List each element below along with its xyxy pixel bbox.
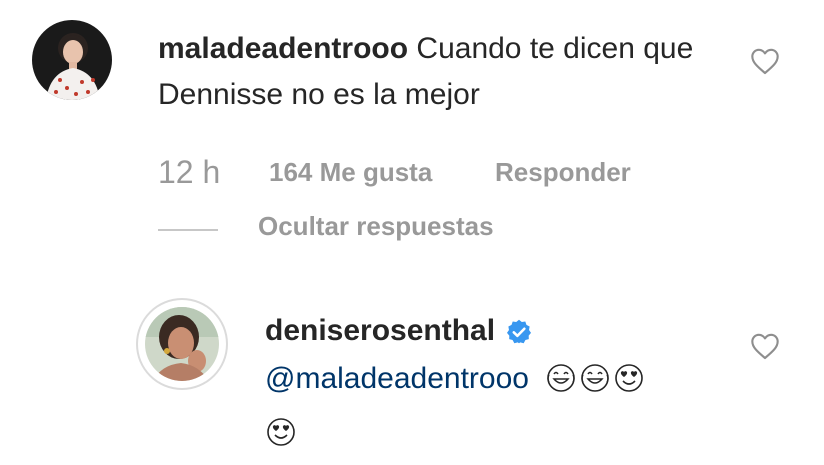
mention-link[interactable]: @maladeadentrooo: [265, 362, 529, 395]
reply-button[interactable]: Responder: [495, 152, 631, 192]
comment-text: maladeadentrooo Cuando te dicen que Denn…: [158, 26, 718, 118]
avatar[interactable]: [136, 298, 228, 390]
heart-eyes-emoji-icon: [265, 416, 297, 462]
reply-username[interactable]: deniserosenthal: [265, 311, 495, 351]
comment-username[interactable]: maladeadentrooo: [158, 32, 408, 65]
avatar[interactable]: [32, 20, 112, 100]
comment-timestamp[interactable]: 12 h: [158, 152, 220, 192]
reply-body: @maladeadentrooo: [265, 356, 735, 462]
hide-replies-button[interactable]: Ocultar respuestas: [258, 211, 494, 242]
heart-eyes-emoji-icon: [613, 362, 645, 408]
comment-likes[interactable]: 164 Me gusta: [269, 152, 432, 192]
emoji-row: [545, 362, 645, 408]
laughing-tears-emoji-icon: [545, 362, 577, 408]
emoji-row: [265, 416, 297, 462]
replies-divider: [158, 229, 218, 231]
verified-badge-icon: [505, 317, 533, 345]
like-heart-icon[interactable]: [749, 45, 781, 77]
like-heart-icon[interactable]: [749, 330, 781, 362]
reply-username-row: deniserosenthal: [265, 311, 533, 351]
laughing-tears-emoji-icon: [579, 362, 611, 408]
